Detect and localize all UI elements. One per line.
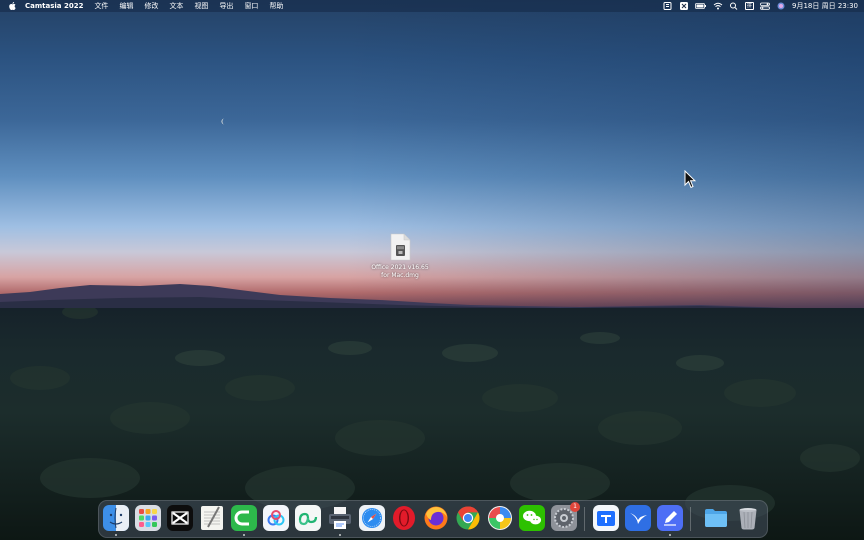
- file-name-line-2: for Mac.dmg: [381, 272, 419, 279]
- running-indicator: [115, 534, 117, 536]
- aliyun-drive-icon: [295, 505, 321, 531]
- firefox-icon: [424, 506, 448, 530]
- dock-tencent-docs[interactable]: [593, 505, 619, 531]
- dock-opera[interactable]: [391, 505, 417, 531]
- notification-badge: 1: [570, 502, 580, 512]
- printer-icon: [329, 507, 351, 529]
- siri-icon[interactable]: [776, 2, 786, 10]
- running-indicator: [339, 534, 341, 536]
- menu-text[interactable]: 文本: [169, 0, 183, 12]
- folder-icon: [705, 509, 727, 527]
- pen-editor-icon: [657, 505, 683, 531]
- search-icon[interactable]: [729, 2, 739, 10]
- launchpad-icon: [135, 505, 161, 531]
- capcut-tray-icon[interactable]: [679, 2, 689, 10]
- file-name-line-1: Office 2021 v16.65: [371, 264, 429, 271]
- running-indicator: [243, 534, 245, 536]
- pinwheel-icon: [488, 506, 512, 530]
- dock-capcut[interactable]: [167, 505, 193, 531]
- dock-launchpad[interactable]: [135, 505, 161, 531]
- dock-camtasia[interactable]: [231, 505, 257, 531]
- dock-aliyun-drive[interactable]: [295, 505, 321, 531]
- menu-view[interactable]: 视图: [194, 0, 208, 12]
- menu-file[interactable]: 文件: [94, 0, 108, 12]
- running-indicator: [669, 534, 671, 536]
- wechat-icon: [519, 505, 545, 531]
- dock-trash[interactable]: [735, 505, 761, 531]
- dock-firefox[interactable]: [423, 505, 449, 531]
- desktop-file-label: Office 2021 v16.65 for Mac.dmg: [362, 264, 438, 280]
- menu-window[interactable]: 窗口: [244, 0, 258, 12]
- camtasia-icon: [231, 505, 257, 531]
- tencent-docs-icon: [593, 505, 619, 531]
- capcut-icon: [167, 505, 193, 531]
- dock-baidu-netdisk[interactable]: [263, 505, 289, 531]
- safari-icon: [359, 505, 385, 531]
- menu-edit[interactable]: 编辑: [119, 0, 133, 12]
- dock-safari[interactable]: [359, 505, 385, 531]
- dock-chrome[interactable]: [455, 505, 481, 531]
- dock-printer[interactable]: [327, 505, 353, 531]
- menu-clock[interactable]: 9月18日 周日 23:30: [792, 0, 858, 12]
- feishu-icon: [625, 505, 651, 531]
- baidu-netdisk-icon: [263, 505, 289, 531]
- dock-finder[interactable]: [103, 505, 129, 531]
- menu-modify[interactable]: 修改: [144, 0, 158, 12]
- dock-feishu[interactable]: [625, 505, 651, 531]
- textedit-icon: [201, 506, 223, 530]
- disk-image-icon: [390, 233, 411, 261]
- dock-textedit[interactable]: [199, 505, 225, 531]
- menu-app-name[interactable]: Camtasia 2022: [25, 0, 83, 12]
- apple-logo-icon[interactable]: [9, 2, 16, 10]
- dock-system-preferences[interactable]: 1: [551, 502, 580, 531]
- menu-bar: Camtasia 2022 文件 编辑 修改 文本 视图 导出 窗口 帮助 拼: [0, 0, 864, 12]
- battery-icon[interactable]: [695, 2, 707, 10]
- trash-icon: [739, 508, 757, 530]
- moon-icon: [221, 118, 225, 125]
- dock-divider: [584, 507, 585, 531]
- mouse-cursor-icon: [684, 170, 696, 189]
- dock-divider: [690, 507, 691, 531]
- dock-notes-editor[interactable]: [657, 505, 683, 531]
- input-method-icon[interactable]: 拼: [745, 2, 755, 10]
- status-area: 拼 9月18日 周日 23:30: [657, 0, 858, 12]
- menu-help[interactable]: 帮助: [269, 0, 283, 12]
- wifi-icon[interactable]: [713, 2, 723, 10]
- dock-downloads-folder[interactable]: [703, 505, 729, 531]
- finder-icon: [103, 505, 129, 531]
- screen-mirroring-icon[interactable]: [663, 2, 673, 10]
- menu-export[interactable]: 导出: [219, 0, 233, 12]
- opera-icon: [393, 506, 415, 530]
- dock: 1: [98, 500, 768, 538]
- dock-pinwheel[interactable]: [487, 505, 513, 531]
- control-center-icon[interactable]: [760, 2, 770, 10]
- chrome-icon: [456, 506, 480, 530]
- dock-wechat[interactable]: [519, 505, 545, 531]
- desktop-file-office-dmg[interactable]: Office 2021 v16.65 for Mac.dmg: [362, 233, 438, 280]
